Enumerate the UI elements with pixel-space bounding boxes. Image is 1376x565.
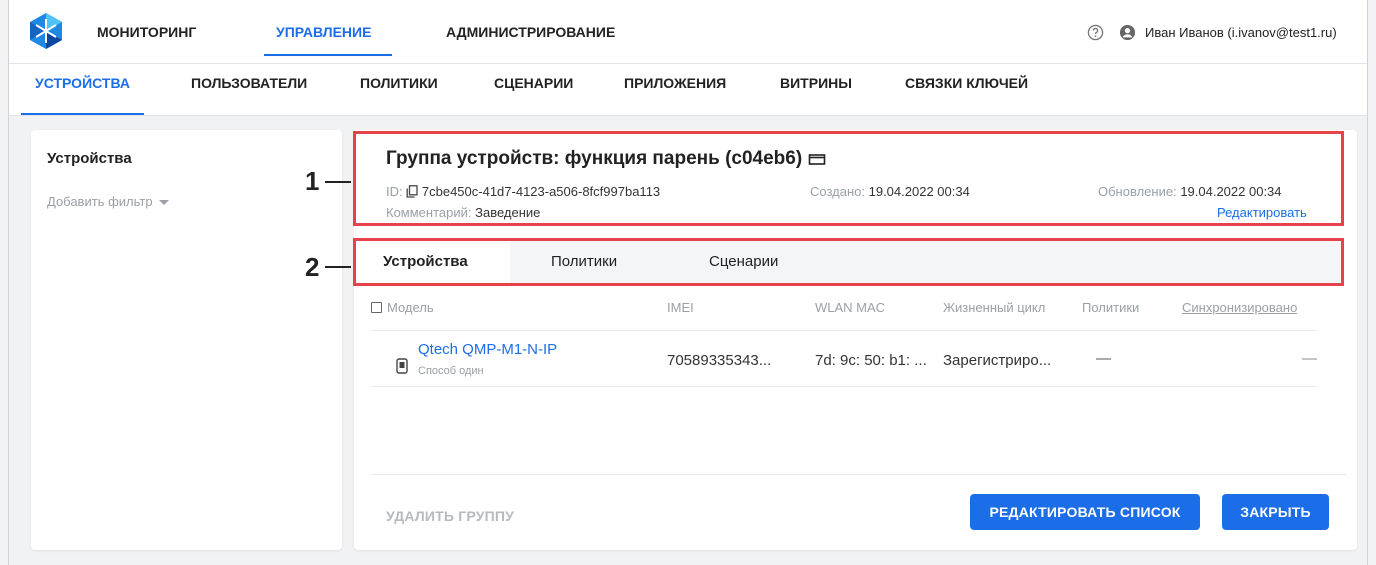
footer-divider — [371, 474, 1347, 475]
chevron-down-icon — [158, 200, 169, 206]
close-button[interactable]: ЗАКРЫТЬ — [1222, 494, 1329, 530]
device-model-sub: Способ один — [418, 365, 484, 377]
annotation-box-1 — [353, 131, 1344, 226]
row-divider — [371, 386, 1317, 387]
device-wlan-mac: 7d: 9c: 50: b1: ... — [815, 352, 927, 369]
column-model[interactable]: Модель — [387, 300, 434, 315]
user-name[interactable]: Иван Иванов (i.ivanov@test1.ru) — [1145, 25, 1337, 40]
top-bar: МОНИТОРИНГ УПРАВЛЕНИЕ АДМИНИСТРИРОВАНИЕ … — [9, 0, 1367, 64]
annotation-line-2 — [325, 266, 351, 268]
annotation-marker-1: 1 — [305, 166, 320, 196]
delete-group-button[interactable]: УДАЛИТЬ ГРУППУ — [386, 508, 514, 524]
edit-list-button[interactable]: РЕДАКТИРОВАТЬ СПИСОК — [970, 494, 1200, 530]
column-wlan-mac[interactable]: WLAN MAC — [815, 300, 885, 315]
help-icon[interactable] — [1087, 24, 1104, 41]
sidebar-panel: Устройства Добавить фильтр — [31, 130, 342, 550]
annotation-box-2 — [353, 238, 1344, 286]
subnav-applications[interactable]: ПРИЛОЖЕНИЯ — [624, 64, 726, 115]
column-imei[interactable]: IMEI — [667, 300, 694, 315]
device-model-link[interactable]: Qtech QMP-M1-N-IP — [418, 341, 557, 358]
subnav-users[interactable]: ПОЛЬЗОВАТЕЛИ — [191, 64, 307, 115]
sidebar-title: Устройства — [47, 150, 132, 167]
subnav-devices[interactable]: УСТРОЙСТВА — [21, 64, 144, 115]
select-all-checkbox[interactable] — [371, 302, 382, 313]
app-window: МОНИТОРИНГ УПРАВЛЕНИЕ АДМИНИСТРИРОВАНИЕ … — [8, 0, 1368, 565]
device-synced: — — [1302, 350, 1317, 367]
subnav-showcases[interactable]: ВИТРИНЫ — [780, 64, 852, 115]
annotation-marker-2: 2 — [305, 252, 320, 282]
header-divider — [371, 330, 1317, 331]
subnav-scenarios[interactable]: СЦЕНАРИИ — [494, 64, 573, 115]
device-policies: — — [1096, 350, 1111, 367]
smartphone-icon — [396, 358, 408, 374]
subnav-policies[interactable]: ПОЛИТИКИ — [360, 64, 438, 115]
column-lifecycle[interactable]: Жизненный цикл — [943, 300, 1045, 315]
device-lifecycle: Зарегистриро... — [943, 352, 1052, 369]
add-filter-button[interactable]: Добавить фильтр — [47, 194, 169, 209]
column-synced[interactable]: Синхронизировано — [1182, 300, 1297, 315]
topnav-monitoring[interactable]: МОНИТОРИНГ — [97, 0, 196, 64]
add-filter-label: Добавить фильтр — [47, 194, 153, 209]
topnav-active-indicator — [264, 54, 392, 56]
column-policies[interactable]: Политики — [1082, 300, 1139, 315]
subnav-keychains[interactable]: СВЯЗКИ КЛЮЧЕЙ — [905, 64, 1028, 115]
user-avatar-icon[interactable] — [1119, 24, 1136, 41]
section-tabs: УСТРОЙСТВА ПОЛЬЗОВАТЕЛИ ПОЛИТИКИ СЦЕНАРИ… — [9, 64, 1367, 116]
annotation-line-1 — [325, 181, 351, 183]
topnav-administration[interactable]: АДМИНИСТРИРОВАНИЕ — [446, 0, 615, 64]
device-imei: 70589335343... — [667, 352, 772, 369]
app-logo-icon[interactable] — [27, 12, 65, 50]
